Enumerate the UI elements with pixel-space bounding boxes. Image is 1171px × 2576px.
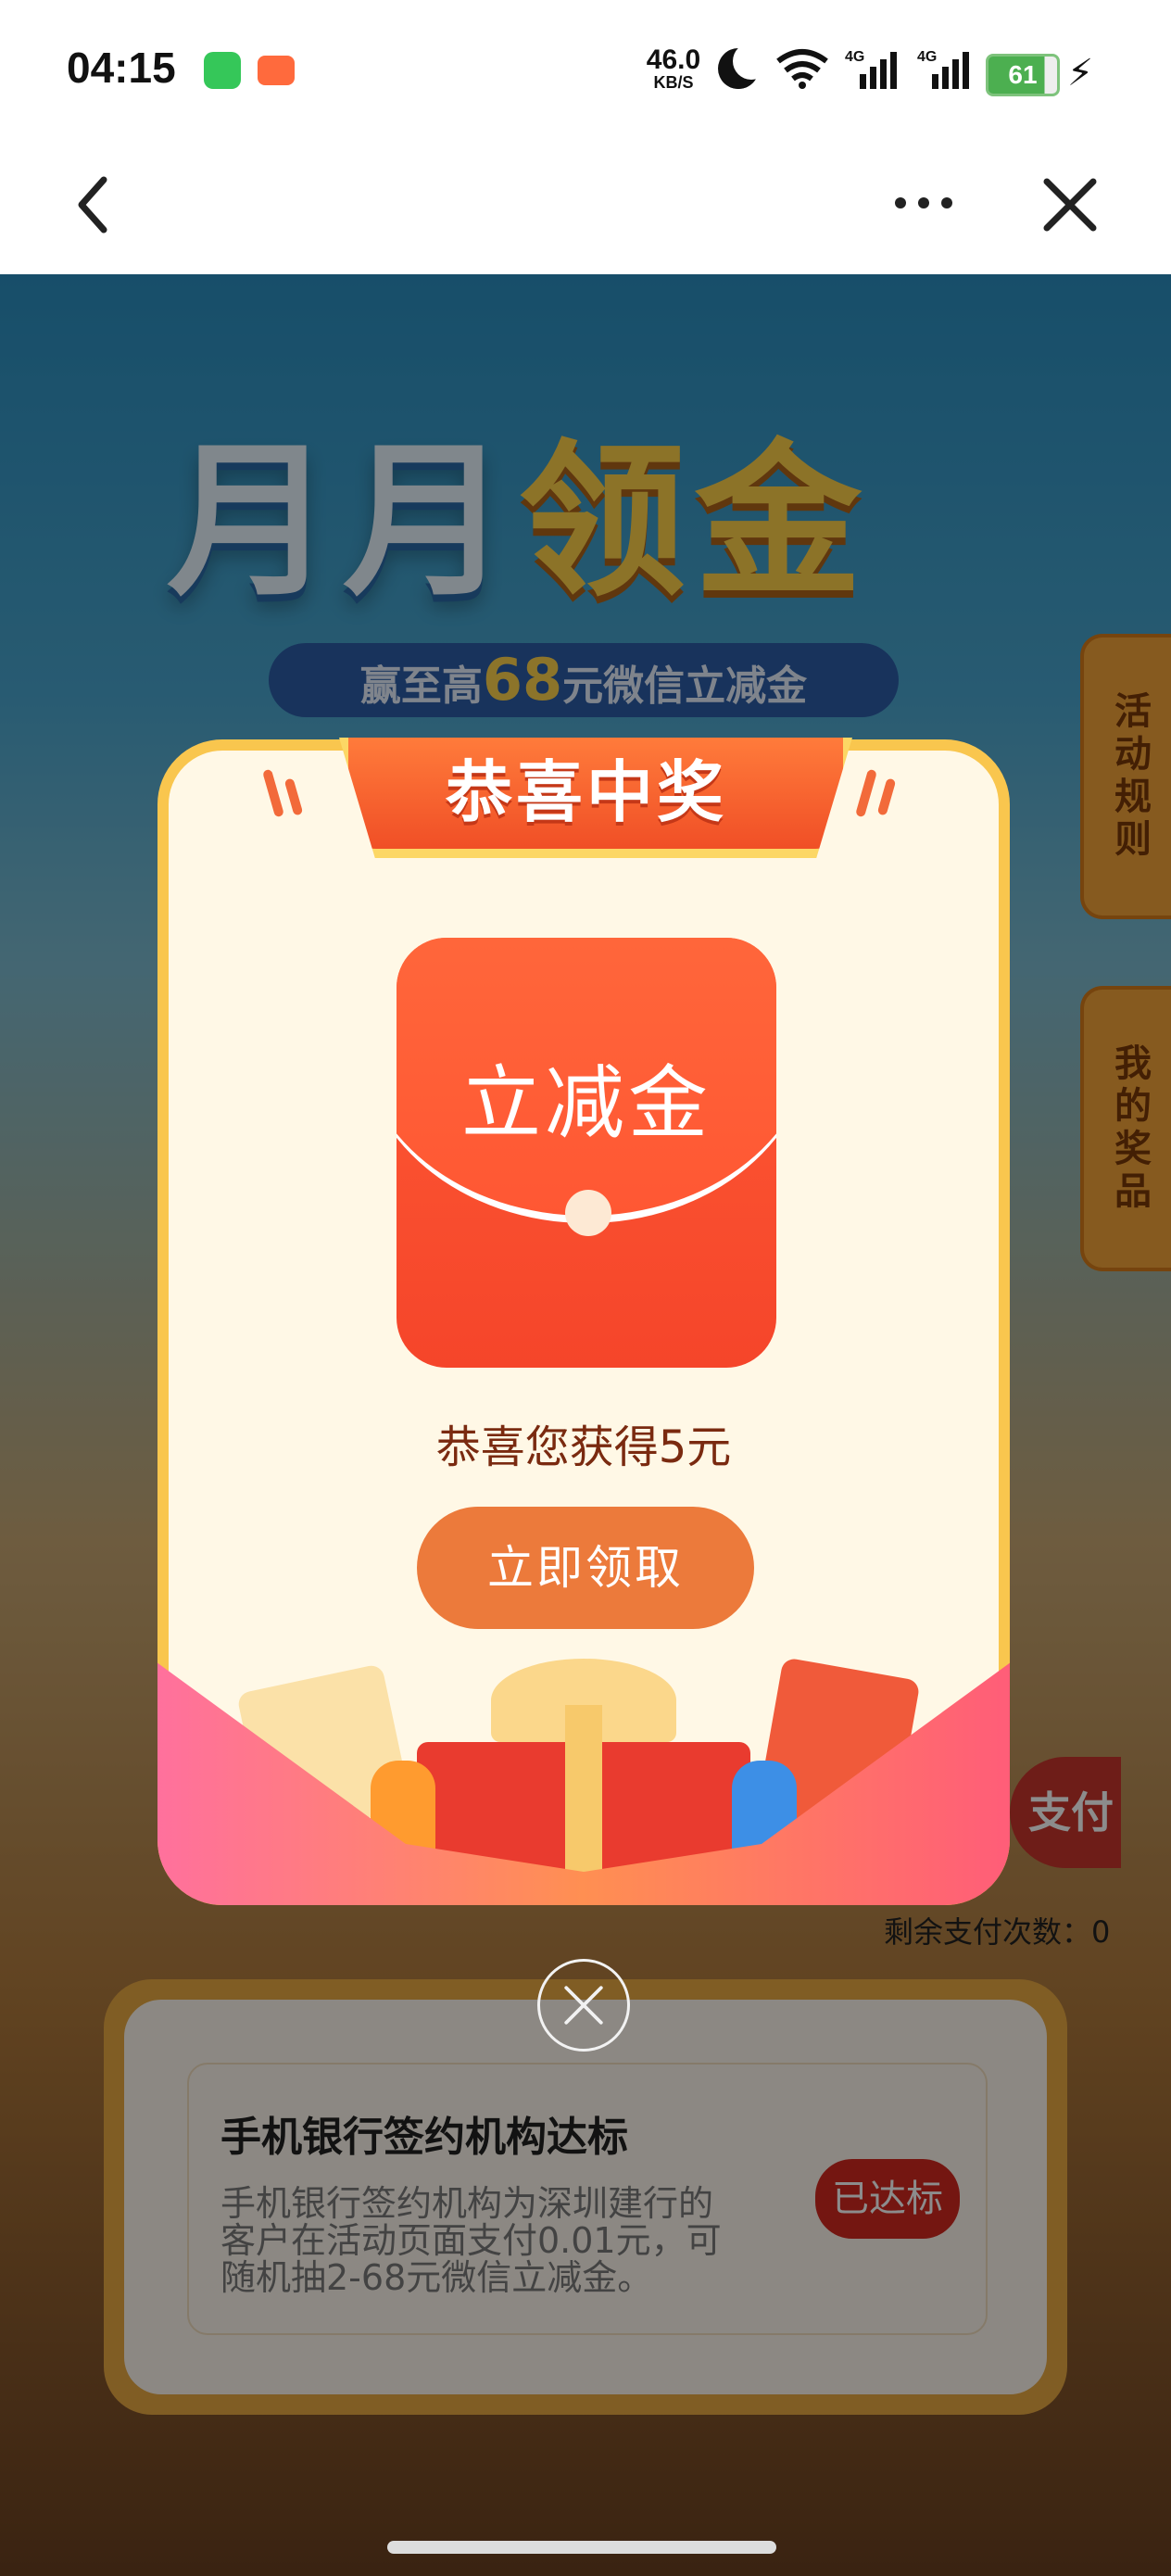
- modal-title: 恭喜中奖: [445, 753, 727, 831]
- battery-icon: 61: [986, 54, 1060, 96]
- claim-now-button[interactable]: 立即领取: [417, 1507, 754, 1629]
- status-time: 04:15: [67, 44, 176, 92]
- signal-icon-2: 4G: [917, 49, 969, 89]
- game-app-icon: [258, 56, 295, 85]
- moon-icon: [718, 43, 770, 89]
- network-speed-value: 46.0: [646, 44, 701, 75]
- modal-illustration: [157, 1649, 1010, 1905]
- win-message: 恭喜您获得5元: [435, 1421, 732, 1473]
- signal-1-label: 4G: [845, 49, 864, 65]
- webview-nav-bar: [0, 139, 1171, 274]
- home-indicator[interactable]: [387, 2541, 776, 2554]
- status-bar: 04:15 46.0 KB/S 4G 4G 61 ⚡: [0, 0, 1171, 139]
- network-speed: 46.0 KB/S: [641, 44, 706, 92]
- signal-2-label: 4G: [917, 49, 937, 65]
- chevron-left-icon[interactable]: [65, 172, 120, 237]
- charging-icon: ⚡: [1067, 52, 1094, 95]
- messages-app-icon: [204, 52, 241, 89]
- modal-close-icon[interactable]: [537, 1959, 630, 2052]
- gift-ribbon-illustration: [565, 1705, 602, 1890]
- signal-icon: 4G: [845, 49, 897, 89]
- network-speed-unit: KB/S: [653, 73, 694, 92]
- close-icon[interactable]: [1038, 172, 1102, 237]
- wifi-icon: [776, 49, 828, 89]
- red-envelope: 立减金: [397, 938, 776, 1368]
- envelope-clasp: [565, 1190, 611, 1236]
- envelope-label: 立减金: [461, 1057, 711, 1150]
- ellipsis-icon[interactable]: [891, 189, 956, 217]
